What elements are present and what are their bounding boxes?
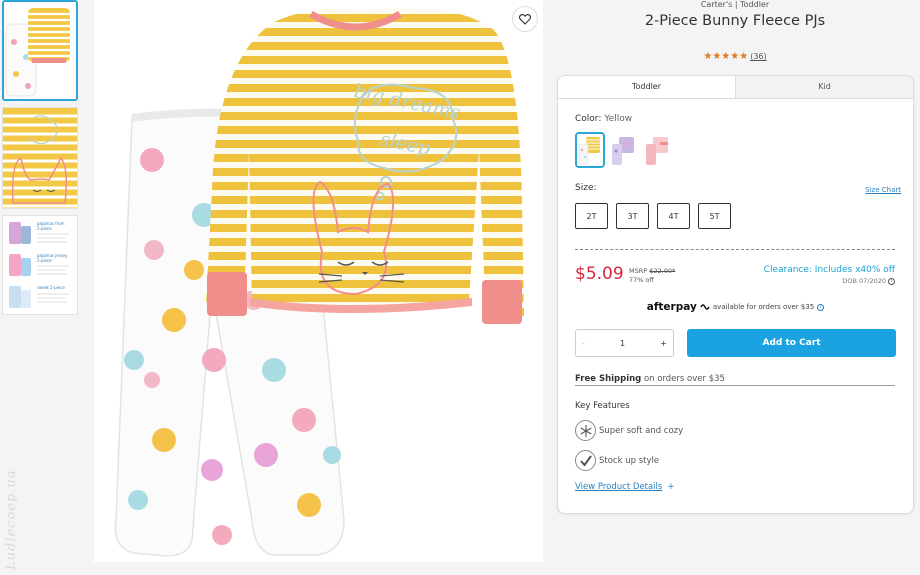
svg-text:sweet 2-piece: sweet 2-piece xyxy=(37,285,65,290)
key-features-title: Key Features xyxy=(575,401,630,411)
afterpay-logo: afterpay xyxy=(646,301,697,313)
view-product-details-link[interactable]: View Product Details + xyxy=(575,482,674,492)
afterpay-info-icon[interactable]: i xyxy=(817,303,825,311)
svg-text:2-piece: 2-piece xyxy=(37,258,52,263)
quantity-decrease-button[interactable]: - xyxy=(582,339,585,348)
feature-text: Super soft and cozy xyxy=(599,425,684,436)
review-count-link[interactable]: (36) xyxy=(750,52,766,61)
thumbnail-2[interactable] xyxy=(2,107,78,209)
rating-stars: ★★★★★ xyxy=(703,51,749,62)
heart-icon xyxy=(519,13,531,25)
free-shipping-label: Free Shipping xyxy=(575,374,642,384)
shipping-info: Free Shipping on orders over $35 xyxy=(575,374,895,386)
feature-text: Stock up style xyxy=(599,455,660,466)
divider xyxy=(575,249,895,250)
thumbnail-1[interactable] xyxy=(2,0,78,101)
product-options-panel: Toddler Kid Color: Yellow Size: Size Char… xyxy=(557,75,914,514)
discount-percent: 77% off xyxy=(629,276,654,284)
quantity-increase-button[interactable]: + xyxy=(660,339,667,348)
size-option-4t[interactable]: 4T xyxy=(657,203,690,229)
msrp-value: $22.00* xyxy=(649,267,676,275)
afterpay-banner: afterpay available for orders over $35 i xyxy=(558,301,913,313)
thumbnail-strip: pajamas from 2-piece pajamas jersey 2-piec… xyxy=(2,0,80,321)
tab-kid[interactable]: Kid xyxy=(736,76,913,98)
dob-text: DOB 07/2020 xyxy=(842,277,886,285)
quantity-stepper: - 1 + xyxy=(575,329,674,357)
info-icon[interactable]: i xyxy=(888,277,895,285)
size-label: Size: xyxy=(575,183,597,193)
tab-toddler[interactable]: Toddler xyxy=(558,76,736,98)
plus-icon: + xyxy=(667,482,675,492)
favorite-heart-button[interactable] xyxy=(512,6,538,32)
color-swatches xyxy=(575,132,673,168)
product-title: 2-Piece Bunny Fleece PJs xyxy=(644,13,826,29)
size-options: 2T 3T 4T 5T xyxy=(575,203,731,229)
size-option-5t[interactable]: 5T xyxy=(698,203,731,229)
color-label: Color: Yellow xyxy=(575,114,633,124)
swatch-purple[interactable] xyxy=(609,132,639,168)
swatch-pink[interactable] xyxy=(643,132,673,168)
feature-item: Super soft and cozy xyxy=(575,420,683,441)
size-chart-link[interactable]: Size Chart xyxy=(865,186,901,194)
svg-text:2-piece: 2-piece xyxy=(37,226,52,231)
brand-breadcrumb[interactable]: Carter's | Toddler xyxy=(555,0,915,9)
dob-info: DOB 07/2020 i xyxy=(842,277,895,285)
quantity-input[interactable]: 1 xyxy=(620,339,625,348)
add-to-cart-button[interactable]: Add to Cart xyxy=(687,329,896,357)
color-value: Yellow xyxy=(604,114,633,124)
clearance-text: Clearance: Includes x40% off xyxy=(763,265,895,275)
size-option-2t[interactable]: 2T xyxy=(575,203,608,229)
rating[interactable]: ★★★★★ (36) xyxy=(555,51,915,62)
checkmark-icon xyxy=(575,450,596,471)
size-option-3t[interactable]: 3T xyxy=(616,203,649,229)
msrp-block: MSRP $22.00* 77% off xyxy=(629,267,676,284)
main-product-image[interactable]: big dreams sleep xyxy=(94,0,543,562)
thumbnail-3[interactable]: pajamas from 2-piece pajamas jersey 2-piec… xyxy=(2,215,78,315)
feature-item: Stock up style xyxy=(575,450,659,471)
sale-price: $5.09 xyxy=(575,264,624,284)
size-group-tabs: Toddler Kid xyxy=(558,76,913,99)
afterpay-arrows-icon xyxy=(700,304,710,310)
watermark: Ludlecoep.ua xyxy=(4,469,19,570)
afterpay-text: available for orders over $35 xyxy=(712,303,815,311)
snowflake-icon xyxy=(575,420,596,441)
swatch-yellow[interactable] xyxy=(575,132,605,168)
